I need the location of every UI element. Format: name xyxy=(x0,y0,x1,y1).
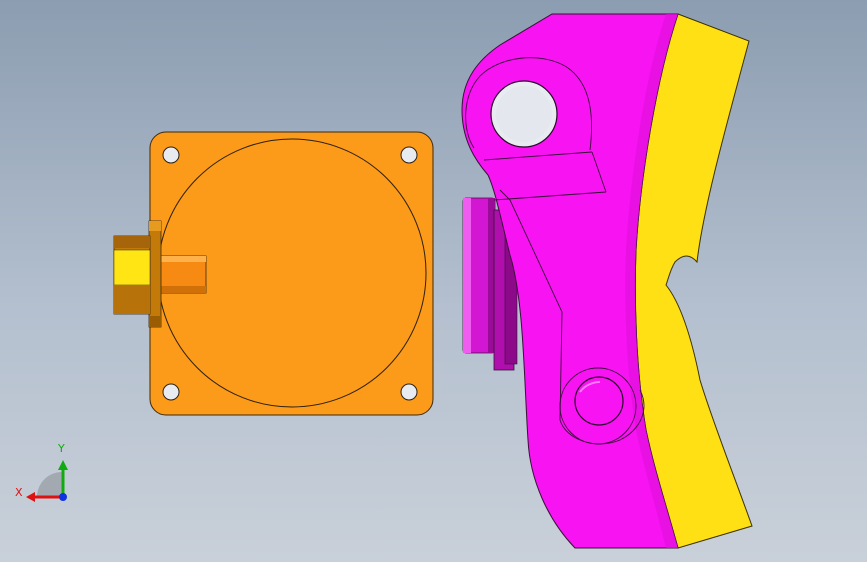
cad-graphics-viewport[interactable]: X Y xyxy=(0,0,867,562)
coordinate-triad xyxy=(26,460,68,502)
bracket-assembly[interactable] xyxy=(461,13,753,549)
y-arrow-head xyxy=(58,460,68,470)
mount-hole-top-left xyxy=(162,146,180,164)
sensor-assembly[interactable] xyxy=(113,131,434,416)
bracket-lower-pin[interactable] xyxy=(574,376,624,426)
mount-hole-top-right xyxy=(400,146,418,164)
model-scene[interactable] xyxy=(0,0,867,562)
connector-shaft[interactable] xyxy=(159,255,207,294)
mount-hole-bottom-left xyxy=(162,383,180,401)
triad-arc xyxy=(37,472,62,497)
z-axis-dot xyxy=(59,493,67,501)
connector-flange[interactable] xyxy=(148,220,162,328)
axis-y-label: Y xyxy=(58,442,65,455)
axis-x-label: X xyxy=(15,486,23,499)
connector-hex-nut[interactable] xyxy=(113,235,151,315)
x-arrow-head xyxy=(26,492,35,502)
mount-hole-bottom-right xyxy=(400,383,418,401)
